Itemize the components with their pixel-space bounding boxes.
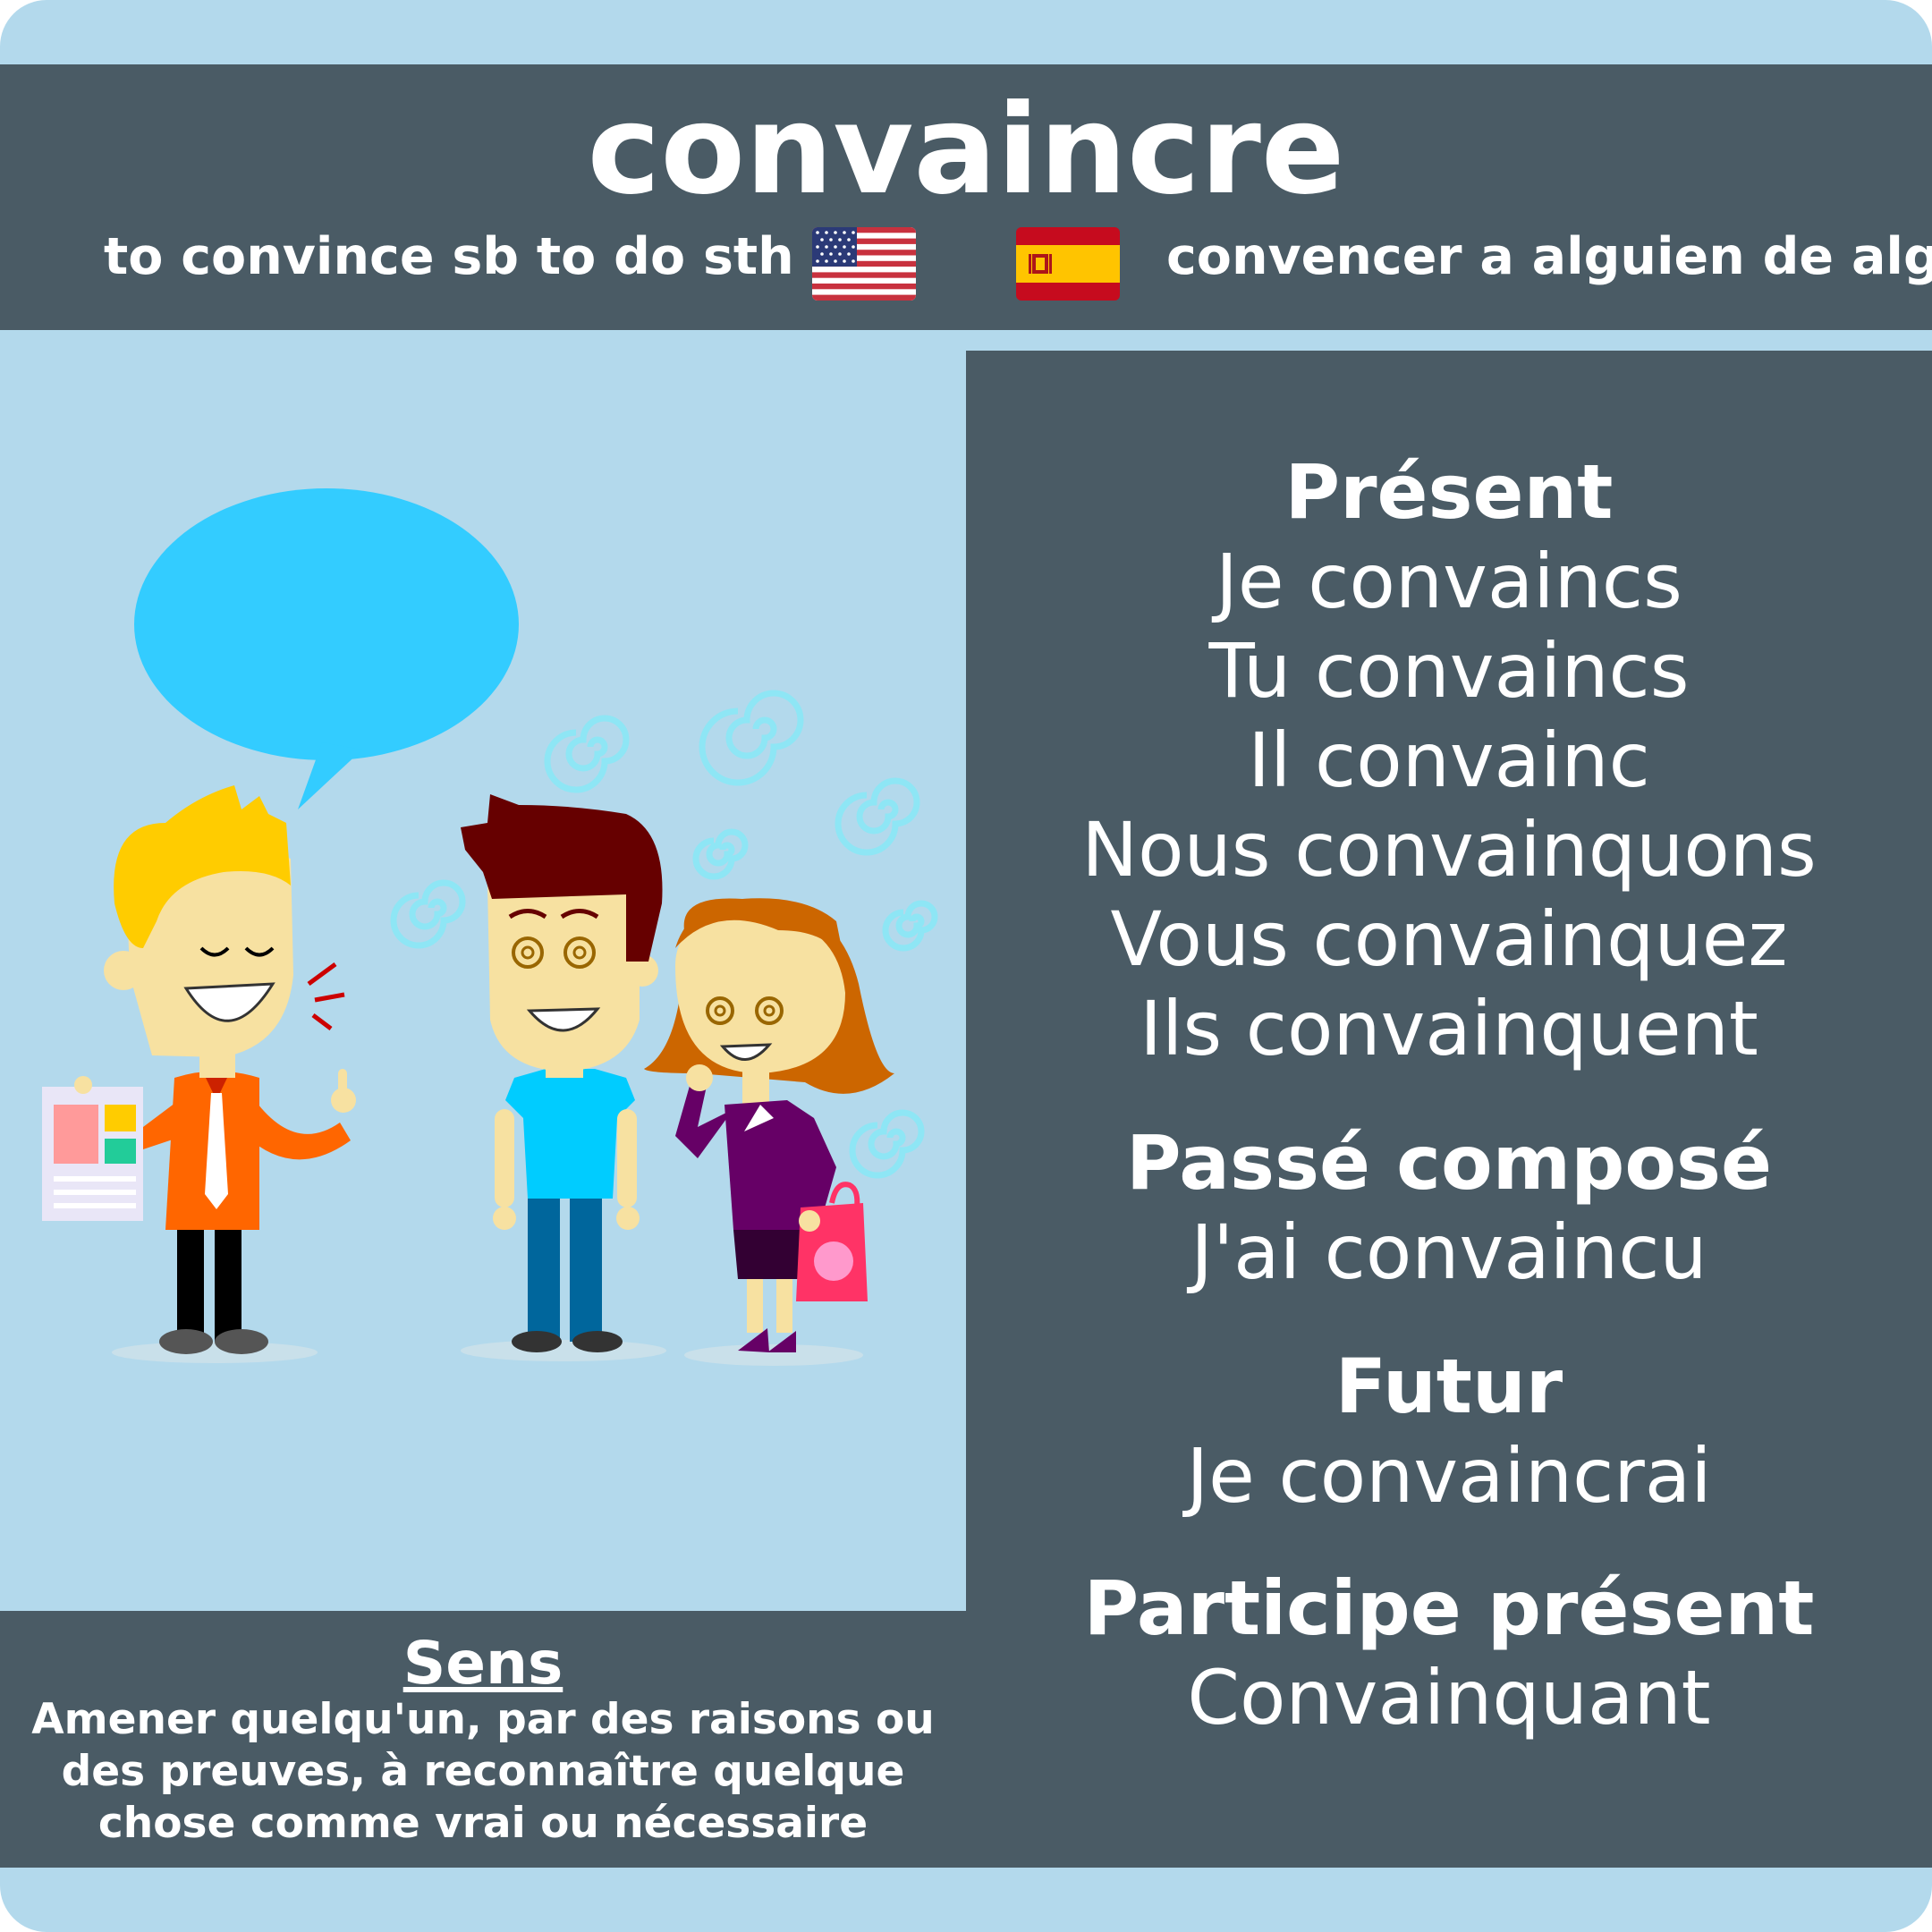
tense-heading: Présent [1284, 448, 1614, 536]
meaning-line: Amener quelqu'un, par des raisons ou [31, 1695, 935, 1744]
spanish-translation: convencer a alguien de algo [1166, 227, 1932, 286]
tense-futur: Futur Je convaincrai [966, 1342, 1932, 1521]
confused-man [461, 794, 663, 1352]
tense-participe-present: Participe présent Convainquant [966, 1563, 1932, 1742]
illustration [0, 351, 966, 1611]
confused-woman [644, 898, 894, 1352]
meaning-title: Sens [402, 1629, 564, 1698]
tense-heading: Participe présent [1083, 1564, 1815, 1652]
tense-heading: Futur [1335, 1343, 1563, 1430]
speaking-man [42, 785, 356, 1354]
conjugation-form: Convainquant [1187, 1654, 1711, 1741]
spain-flag-icon [1016, 227, 1120, 301]
conjugation-form: Ils convainquent [1140, 985, 1758, 1072]
tense-heading: Passé composé [1125, 1119, 1773, 1207]
conjugation-form: Vous convainquez [1110, 895, 1788, 983]
conjugation-form: J'ai convaincu [1191, 1208, 1707, 1296]
us-flag-icon [812, 227, 916, 301]
conjugation-form: Nous convainquons [1081, 806, 1817, 894]
verb-title: convaincre [587, 78, 1345, 222]
spiral-icon [390, 690, 938, 1179]
conjugation-form: Je convaincs [1216, 538, 1682, 625]
conjugation-form: Je convaincrai [1186, 1432, 1712, 1520]
meaning-line: des preuves, à reconnaître quelque [61, 1747, 905, 1796]
meaning-line: chose comme vrai ou nécessaire [97, 1799, 869, 1848]
english-translation: to convince sb to do sth [104, 227, 794, 286]
tense-passe-compose: Passé composé J'ai convaincu [966, 1118, 1932, 1297]
speech-bubble [134, 488, 519, 809]
conjugation-form: Tu convaincs [1208, 627, 1690, 715]
tense-present: Présent Je convaincs Tu convaincs Il con… [966, 447, 1932, 1073]
meaning-text: Amener quelqu'un, par des raisons ou des… [0, 1694, 966, 1850]
verb-card: convaincre to convince sb to do sth conv… [0, 0, 1932, 1932]
conjugation-form: Il convainc [1248, 716, 1650, 804]
